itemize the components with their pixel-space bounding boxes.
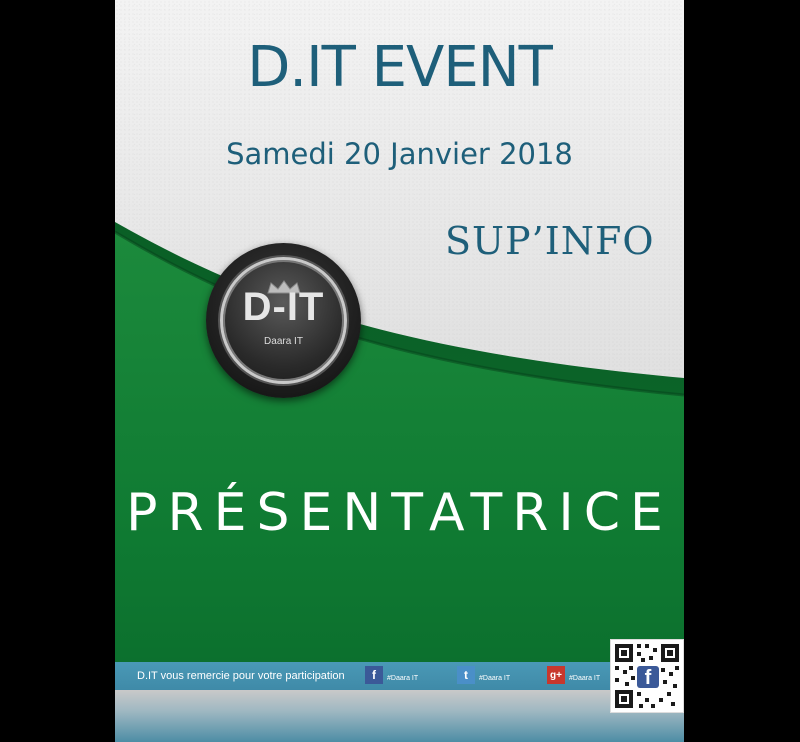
qr-code[interactable]: f bbox=[610, 639, 684, 713]
footer-bar: D.IT vous remercie pour votre participat… bbox=[115, 662, 684, 690]
facebook-icon: f bbox=[365, 666, 383, 684]
google-plus-icon: g+ bbox=[547, 666, 565, 684]
green-wave-background bbox=[115, 222, 684, 742]
social-google-plus[interactable]: g+ #Daara IT bbox=[547, 666, 600, 684]
social-tag: #Daara IT bbox=[387, 674, 419, 682]
logo-subtitle: Daara IT bbox=[264, 336, 303, 347]
event-date: Samedi 20 Janvier 2018 bbox=[226, 137, 573, 171]
logo-text: D-IT bbox=[242, 285, 325, 329]
event-title: D.IT EVENT bbox=[247, 35, 553, 100]
qr-code-icon: f bbox=[611, 640, 683, 712]
social-twitter[interactable]: t #Daara IT bbox=[457, 666, 510, 684]
footer-base bbox=[115, 690, 684, 742]
event-venue: SUP’INFO bbox=[445, 219, 655, 263]
social-tag: #Daara IT bbox=[479, 674, 511, 682]
twitter-icon: t bbox=[457, 666, 475, 684]
event-badge: D.IT EVENT Samedi 20 Janvier 2018 SUP’IN… bbox=[115, 0, 684, 742]
role-label: PRÉSENTATRICE bbox=[126, 483, 673, 543]
footer-thanks: D.IT vous remercie pour votre participat… bbox=[137, 670, 345, 682]
svg-text:f: f bbox=[645, 667, 652, 689]
dit-logo: D-IT Daara IT bbox=[206, 243, 361, 398]
social-facebook[interactable]: f #Daara IT bbox=[365, 666, 418, 684]
social-tag: #Daara IT bbox=[569, 674, 601, 682]
